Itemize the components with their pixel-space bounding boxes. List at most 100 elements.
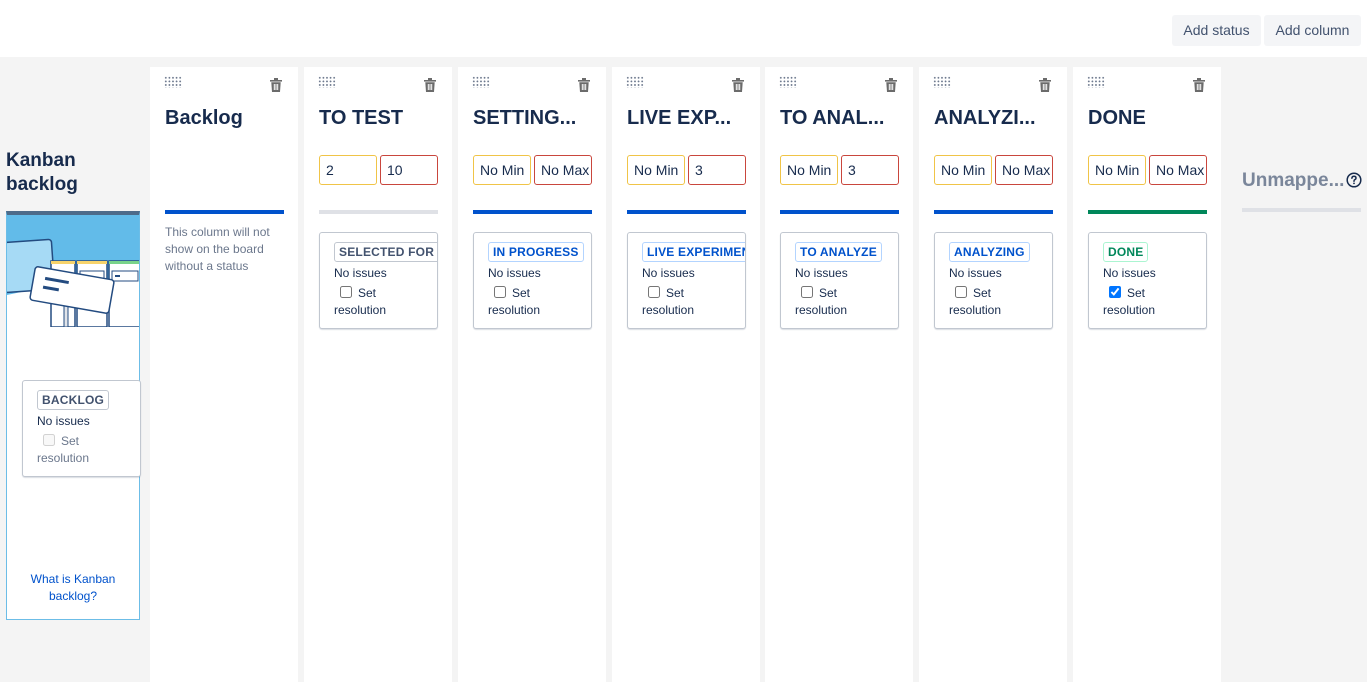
add-status-button[interactable]: Add status bbox=[1172, 15, 1261, 46]
status-lozenge: DONE bbox=[1103, 242, 1149, 262]
trash-icon[interactable] bbox=[1193, 78, 1205, 92]
status-card[interactable]: ANALYZING No issues Set resolution bbox=[934, 232, 1053, 329]
set-resolution-checkbox[interactable] bbox=[340, 286, 352, 298]
min-limit-input[interactable]: No Min bbox=[627, 155, 685, 185]
column-limits: 2 10 bbox=[319, 155, 438, 185]
drag-handle-icon[interactable] bbox=[164, 76, 182, 88]
column-live-exp: LIVE EXP... No Min 3 LIVE EXPERIMENT No … bbox=[612, 67, 760, 682]
status-lozenge: ANALYZING bbox=[949, 242, 1030, 262]
set-resolution-checkbox[interactable] bbox=[43, 434, 55, 446]
set-resolution-checkbox[interactable] bbox=[648, 286, 660, 298]
column-setting: SETTING... No Min No Max IN PROGRESS No … bbox=[458, 67, 606, 682]
trash-icon[interactable] bbox=[424, 78, 436, 92]
column-status-bar bbox=[1088, 210, 1207, 214]
column-title[interactable]: Backlog bbox=[165, 107, 243, 130]
column-limits: No Min 3 bbox=[780, 155, 899, 185]
max-limit-input[interactable]: 3 bbox=[688, 155, 746, 185]
column-config-board: Kanban backlog BACKLOG No issues Set res… bbox=[0, 57, 1367, 682]
status-lozenge: BACKLOG bbox=[37, 390, 110, 410]
drag-handle-icon[interactable] bbox=[472, 76, 490, 88]
column-backlog: Backlog This column will not show on the… bbox=[150, 67, 298, 682]
drag-handle-icon[interactable] bbox=[779, 76, 797, 88]
min-limit-input[interactable]: No Min bbox=[780, 155, 838, 185]
issue-count: No issues bbox=[37, 414, 90, 428]
kanban-backlog-title: Kanban backlog bbox=[6, 150, 78, 195]
column-status-bar bbox=[934, 210, 1053, 214]
top-toolbar: Add status Add column bbox=[0, 0, 1367, 57]
drag-handle-icon[interactable] bbox=[626, 76, 644, 88]
column-to-analyze: TO ANAL... No Min 3 TO ANALYZE No issues… bbox=[765, 67, 913, 682]
min-limit-input[interactable]: No Min bbox=[934, 155, 992, 185]
trash-icon[interactable] bbox=[270, 78, 282, 92]
status-card[interactable]: LIVE EXPERIMENT No issues Set resolution bbox=[627, 232, 746, 329]
set-resolution-checkbox[interactable] bbox=[1109, 286, 1121, 298]
kanban-backlog-panel: Kanban backlog BACKLOG No issues Set res… bbox=[0, 57, 146, 682]
column-limits: No Min No Max bbox=[934, 155, 1053, 185]
set-resolution-checkbox-label[interactable]: Set resolution bbox=[37, 433, 127, 467]
issue-count: No issues bbox=[1103, 266, 1156, 280]
status-lozenge: LIVE EXPERIMENT bbox=[642, 242, 745, 262]
status-card[interactable]: IN PROGRESS No issues Set resolution bbox=[473, 232, 592, 329]
issue-count: No issues bbox=[488, 266, 541, 280]
status-lozenge: IN PROGRESS bbox=[488, 242, 584, 262]
trash-icon[interactable] bbox=[732, 78, 744, 92]
trash-icon[interactable] bbox=[578, 78, 590, 92]
drag-handle-icon[interactable] bbox=[318, 76, 336, 88]
column-analyzing: ANALYZI... No Min No Max ANALYZING No is… bbox=[919, 67, 1067, 682]
what-is-kanban-backlog-link[interactable]: What is Kanban backlog? bbox=[7, 571, 139, 605]
column-title[interactable]: DONE bbox=[1088, 107, 1146, 130]
max-limit-input[interactable]: 10 bbox=[380, 155, 438, 185]
min-limit-input[interactable]: No Min bbox=[473, 155, 531, 185]
max-limit-input[interactable]: 3 bbox=[841, 155, 899, 185]
column-title[interactable]: ANALYZI... bbox=[934, 107, 1036, 130]
set-resolution-checkbox[interactable] bbox=[494, 286, 506, 298]
set-resolution-checkbox-label[interactable]: Set resolution bbox=[334, 285, 424, 319]
trash-icon[interactable] bbox=[885, 78, 897, 92]
column-title[interactable]: TO TEST bbox=[319, 107, 403, 130]
question-circle-icon[interactable] bbox=[1346, 172, 1362, 188]
column-limits: No Min No Max bbox=[1088, 155, 1207, 185]
set-resolution-checkbox[interactable] bbox=[801, 286, 813, 298]
max-limit-input[interactable]: No Max bbox=[995, 155, 1053, 185]
kanban-backlog-box: BACKLOG No issues Set resolution What is… bbox=[6, 211, 141, 620]
column-note: This column will not show on the board w… bbox=[165, 225, 270, 273]
status-lozenge: SELECTED FOR DEVELOPMENT bbox=[334, 242, 437, 262]
unmapped-statuses-title: Unmappe... bbox=[1242, 170, 1345, 191]
status-lozenge: TO ANALYZE bbox=[795, 242, 882, 262]
column-done: DONE No Min No Max DONE No issues Set re… bbox=[1073, 67, 1221, 682]
column-status-bar bbox=[627, 210, 746, 214]
issue-count: No issues bbox=[334, 266, 387, 280]
set-resolution-checkbox[interactable] bbox=[955, 286, 967, 298]
min-limit-input[interactable]: 2 bbox=[319, 155, 377, 185]
column-status-bar bbox=[165, 210, 284, 214]
column-limits: No Min 3 bbox=[627, 155, 746, 185]
column-title[interactable]: SETTING... bbox=[473, 107, 576, 130]
drag-handle-icon[interactable] bbox=[1087, 76, 1105, 88]
column-status-bar bbox=[780, 210, 899, 214]
set-resolution-checkbox-label[interactable]: Set resolution bbox=[795, 285, 885, 319]
column-title[interactable]: TO ANAL... bbox=[780, 107, 884, 130]
max-limit-input[interactable]: No Max bbox=[534, 155, 592, 185]
max-limit-input[interactable]: No Max bbox=[1149, 155, 1207, 185]
column-limits: No Min No Max bbox=[473, 155, 592, 185]
set-resolution-checkbox-label[interactable]: Set resolution bbox=[642, 285, 732, 319]
column-title[interactable]: LIVE EXP... bbox=[627, 107, 731, 130]
set-resolution-checkbox-label[interactable]: Set resolution bbox=[949, 285, 1039, 319]
status-card[interactable]: TO ANALYZE No issues Set resolution bbox=[780, 232, 899, 329]
column-status-bar bbox=[319, 210, 438, 214]
backlog-status-card[interactable]: BACKLOG No issues Set resolution bbox=[22, 380, 141, 477]
issue-count: No issues bbox=[949, 266, 1002, 280]
column-to-test: TO TEST 2 10 SELECTED FOR DEVELOPMENT No… bbox=[304, 67, 452, 682]
set-resolution-checkbox-label[interactable]: Set resolution bbox=[488, 285, 578, 319]
min-limit-input[interactable]: No Min bbox=[1088, 155, 1146, 185]
column-status-bar bbox=[473, 210, 592, 214]
issue-count: No issues bbox=[795, 266, 848, 280]
status-card[interactable]: DONE No issues Set resolution bbox=[1088, 232, 1207, 329]
kanban-backlog-illustration bbox=[7, 215, 139, 327]
unmapped-status-bar bbox=[1242, 208, 1361, 212]
status-card[interactable]: SELECTED FOR DEVELOPMENT No issues Set r… bbox=[319, 232, 438, 329]
add-column-button[interactable]: Add column bbox=[1264, 15, 1361, 46]
drag-handle-icon[interactable] bbox=[933, 76, 951, 88]
set-resolution-checkbox-label[interactable]: Set resolution bbox=[1103, 285, 1193, 319]
trash-icon[interactable] bbox=[1039, 78, 1051, 92]
